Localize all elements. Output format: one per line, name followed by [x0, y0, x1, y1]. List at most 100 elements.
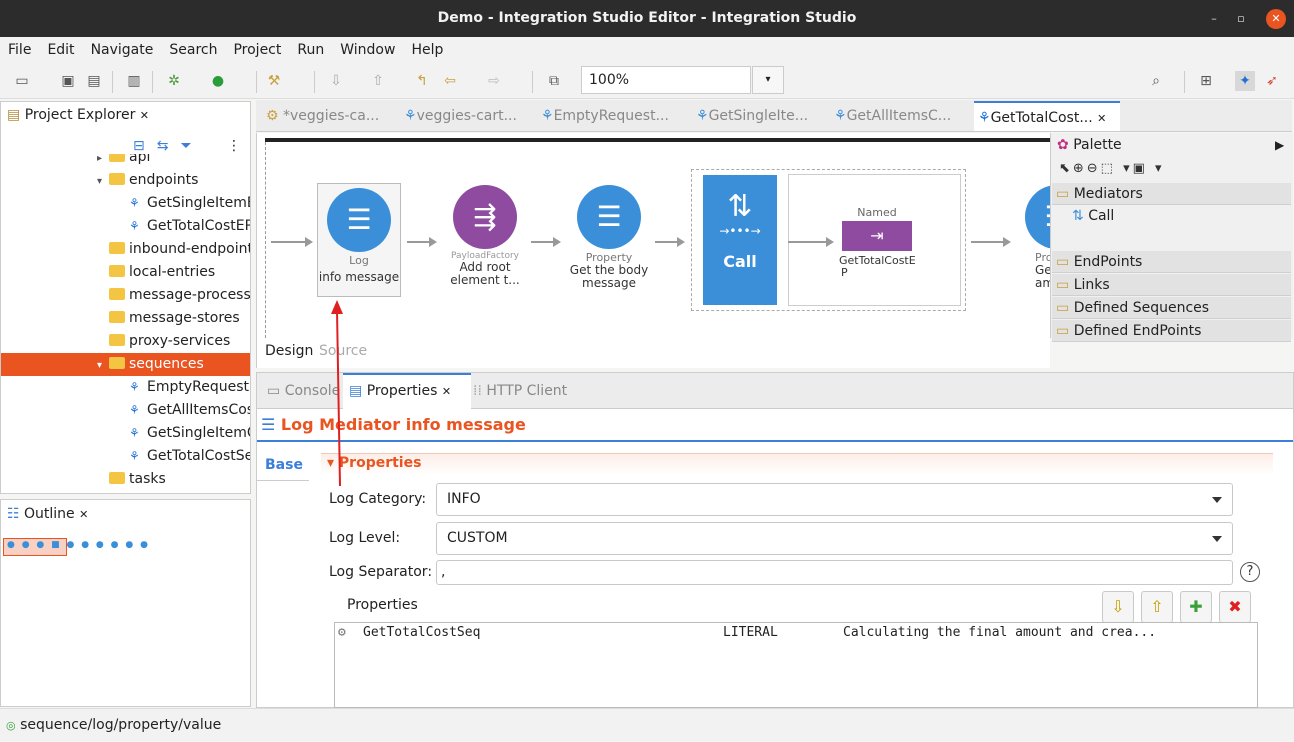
- last-edit-icon[interactable]: ↰: [412, 71, 432, 91]
- close-button[interactable]: ✕: [1266, 9, 1286, 29]
- zoom-dropdown[interactable]: ▾: [752, 66, 784, 94]
- expand-arrow-icon[interactable]: ▾: [97, 170, 109, 192]
- call-icon: ⇅: [727, 189, 753, 224]
- menu-edit[interactable]: Edit: [39, 42, 82, 58]
- sequence-icon: ⚘: [129, 449, 140, 463]
- editor-tab-veggies-cart[interactable]: ⚘veggies-cart...: [404, 101, 517, 131]
- properties-section-header[interactable]: ▾ Properties: [321, 453, 1273, 475]
- menu-navigate[interactable]: Navigate: [83, 42, 162, 58]
- tree-item[interactable]: ▾ endpoints: [1, 169, 250, 192]
- sequence-icon: ⚘: [129, 403, 140, 417]
- forward-icon[interactable]: ⇨: [484, 71, 504, 91]
- tree-item[interactable]: ⚘ EmptyRequestSeq: [1, 376, 250, 399]
- palette-category[interactable]: ▭ Defined EndPoints: [1052, 320, 1291, 342]
- tree-item[interactable]: message-stores: [1, 307, 250, 330]
- row-type: LITERAL: [723, 625, 778, 640]
- tree-item[interactable]: ⚘ GetAllItemsCostSeq: [1, 399, 250, 422]
- add-button[interactable]: ✚: [1180, 591, 1212, 623]
- save-icon[interactable]: ▣: [58, 71, 78, 91]
- palette-category[interactable]: ▭ Links: [1052, 274, 1291, 296]
- zoom-input[interactable]: 100%: [581, 66, 751, 94]
- expand-arrow-icon[interactable]: ▾: [97, 354, 109, 376]
- menu-file[interactable]: File: [0, 42, 39, 58]
- nav-down-icon[interactable]: ⇩: [326, 71, 346, 91]
- design-canvas[interactable]: ☰ Log info message ⇶ PayloadFactory Add …: [256, 133, 1050, 338]
- tree-item[interactable]: ⚘ GetTotalCostSeq: [1, 445, 250, 468]
- tab-base[interactable]: Base: [257, 453, 309, 481]
- search-icon[interactable]: ⌕: [1146, 71, 1166, 91]
- editor-tab-getallitems[interactable]: ⚘GetAllItemsC...: [834, 101, 951, 131]
- call-label: Call: [723, 252, 757, 271]
- status-icon: ◎: [6, 719, 16, 732]
- editor-tab-emptyrequest[interactable]: ⚘EmptyRequest...: [541, 101, 669, 131]
- tree-item[interactable]: ▾ sequences: [1, 353, 250, 376]
- menu-window[interactable]: Window: [332, 42, 403, 58]
- log-category-select[interactable]: INFO: [436, 483, 1233, 516]
- explorer-toolbar[interactable]: ⊟⇆⏷: [133, 138, 204, 154]
- editor-tab-gettotalcost[interactable]: ⚘GetTotalCost... ✕: [974, 101, 1120, 131]
- archive-icon[interactable]: ▥: [124, 71, 144, 91]
- tree-item[interactable]: message-processors: [1, 284, 250, 307]
- property-mediator-node[interactable]: ☰ Property Get the body message: [567, 185, 651, 290]
- palette-category[interactable]: ▭ Defined Sequences: [1052, 297, 1291, 319]
- menu-run[interactable]: Run: [289, 42, 332, 58]
- named-endpoint-node[interactable]: Named ⇥ GetTotalCostE P: [839, 206, 916, 279]
- tree-item[interactable]: tasks: [1, 468, 250, 491]
- tree-item[interactable]: ⚘ GetSingleItemEP: [1, 192, 250, 215]
- tab-properties[interactable]: ▤ Properties ✕: [343, 373, 471, 410]
- log-mediator-node[interactable]: ☰ Log info message: [317, 183, 401, 297]
- tree-item[interactable]: ⚘ GetSingleItemCostSeq: [1, 422, 250, 445]
- folder-icon: [109, 311, 125, 323]
- minimize-button[interactable]: –: [1204, 9, 1224, 29]
- outline-tab[interactable]: ☷ Outline ✕: [7, 506, 88, 522]
- open-perspective-icon[interactable]: ⊞: [1196, 71, 1216, 91]
- rocket-icon[interactable]: ➶: [1262, 71, 1282, 91]
- log-level-select[interactable]: CUSTOM: [436, 522, 1233, 555]
- list-icon: ☰: [577, 185, 641, 249]
- menu-project[interactable]: Project: [225, 42, 289, 58]
- tree-item[interactable]: inbound-endpoints: [1, 238, 250, 261]
- editor-tab-getsingleitem[interactable]: ⚘GetSingleIte...: [696, 101, 808, 131]
- project-explorer-tab[interactable]: ▤ Project Explorer ✕: [7, 107, 149, 123]
- maximize-button[interactable]: ▫: [1231, 9, 1251, 29]
- expand-arrow-icon[interactable]: ▸: [97, 154, 109, 169]
- tab-design[interactable]: Design: [265, 343, 313, 359]
- view-menu-icon[interactable]: ⋮: [227, 138, 241, 154]
- folder-icon: [109, 357, 125, 369]
- back-icon[interactable]: ⇦: [440, 71, 460, 91]
- run-icon[interactable]: ●: [208, 71, 228, 91]
- move-up-button[interactable]: ⇧: [1141, 591, 1173, 623]
- property-mediator-node-2[interactable]: ☰ Prop Ge am: [1025, 185, 1050, 290]
- tree-item[interactable]: local-entries: [1, 261, 250, 284]
- palette-tools[interactable]: ⬉⊕⊖⬚ ▾▣ ▾: [1059, 161, 1165, 176]
- move-down-button[interactable]: ⇩: [1102, 591, 1134, 623]
- tab-http-client[interactable]: ⁞⁞ HTTP Client: [473, 383, 567, 399]
- payloadfactory-node[interactable]: ⇶ PayloadFactory Add root element t...: [443, 185, 527, 287]
- table-row[interactable]: ⚙ GetTotalCostSeq LITERAL Calculating th…: [336, 625, 1256, 645]
- log-separator-input[interactable]: ,: [436, 560, 1233, 585]
- debug-icon[interactable]: ✲: [164, 71, 184, 91]
- call-mediator-node[interactable]: ⇅ →•••→ Call: [703, 175, 777, 305]
- delete-button[interactable]: ✖: [1219, 591, 1251, 623]
- log-type-label: Log: [349, 254, 369, 267]
- help-icon[interactable]: ?: [1240, 562, 1260, 582]
- tree-item[interactable]: ⚘ GetTotalCostEP: [1, 215, 250, 238]
- sequence-icon: ⚘: [129, 196, 140, 210]
- editor-tab-veggies-ca[interactable]: ⚙ *veggies-ca...: [266, 101, 379, 131]
- design-source-tabs: Design Source: [256, 338, 1050, 368]
- wand-icon[interactable]: ⚒: [264, 71, 284, 91]
- menu-search[interactable]: Search: [161, 42, 225, 58]
- palette-category[interactable]: ▭ EndPoints: [1052, 251, 1291, 273]
- palette-item-call[interactable]: ⇅ Call: [1072, 208, 1114, 224]
- palette-collapse-icon[interactable]: ▶: [1275, 138, 1284, 152]
- integration-perspective-icon[interactable]: ✦: [1235, 71, 1255, 91]
- tree-item[interactable]: proxy-services: [1, 330, 250, 353]
- folder-icon: ▭: [1056, 186, 1070, 202]
- tree-item[interactable]: ▸ api: [1, 154, 250, 169]
- menu-help[interactable]: Help: [403, 42, 451, 58]
- open-view-icon[interactable]: ⧉: [544, 71, 564, 91]
- save-all-icon[interactable]: ▤: [84, 71, 104, 91]
- nav-up-icon[interactable]: ⇧: [368, 71, 388, 91]
- new-icon[interactable]: ▭: [12, 71, 32, 91]
- palette-category[interactable]: ▭ Mediators: [1052, 183, 1291, 205]
